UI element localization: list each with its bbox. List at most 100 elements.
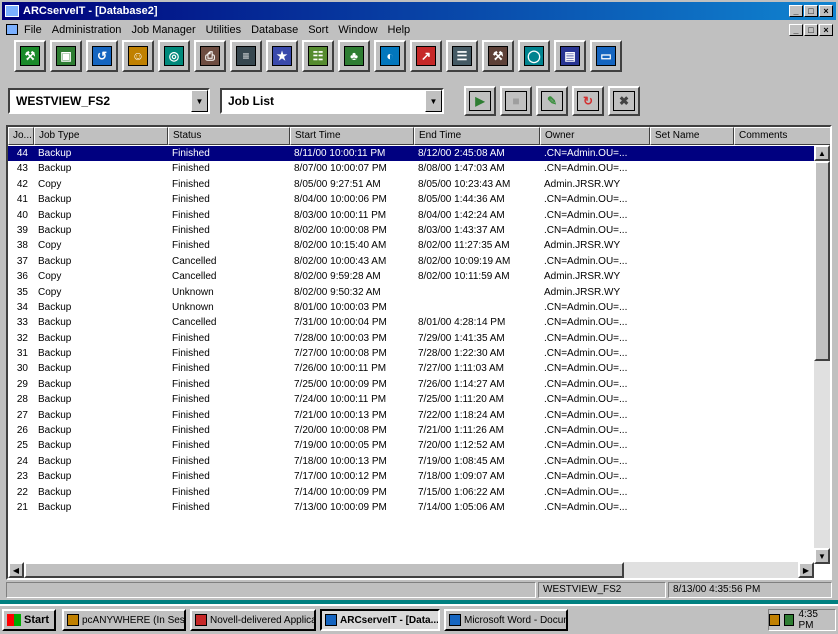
vertical-scrollbar[interactable]: ▲ ▼ — [814, 145, 830, 564]
column-header: Jo... Job Type Status Start Time End Time Own… — [8, 127, 830, 145]
cell-3: Finished — [172, 440, 210, 452]
wizard-icon: ★ — [272, 46, 292, 66]
toolbar-button-9[interactable]: ☷ — [302, 40, 334, 72]
taskbar-button-1[interactable]: pcANYWHERE (In Sessi... — [62, 609, 186, 631]
chevron-down-icon[interactable]: ▼ — [425, 90, 442, 112]
delete-job-icon: ✖ — [613, 91, 635, 111]
toolbar-button-8[interactable]: ★ — [266, 40, 298, 72]
network-tray-icon[interactable] — [783, 614, 795, 626]
toolbar-button-3[interactable]: ↺ — [86, 40, 118, 72]
toolbar-button-4[interactable]: ☺ — [122, 40, 154, 72]
table-row[interactable]: 33 Backup Cancelled 7/31/00 10:00:04 PM 8/01… — [8, 315, 814, 330]
close-button[interactable]: × — [819, 5, 833, 17]
table-row[interactable]: 34 Backup Unknown 8/01/00 10:00:03 PM .CN=Ad… — [8, 300, 814, 315]
start-button[interactable]: Start — [2, 609, 56, 631]
chevron-down-icon[interactable]: ▼ — [191, 90, 208, 112]
column-header-6[interactable]: Owner — [540, 127, 650, 145]
horizontal-scroll-thumb[interactable] — [24, 562, 624, 578]
volume-icon[interactable] — [769, 614, 780, 626]
scroll-left-icon[interactable]: ◀ — [8, 562, 24, 578]
table-row[interactable]: 23 Backup Finished 7/17/00 10:00:12 PM 7/18/… — [8, 469, 814, 484]
job-toolbar-button-1[interactable]: ▶ — [464, 86, 496, 116]
toolbar-button-14[interactable]: ⚒ — [482, 40, 514, 72]
menu-administration[interactable]: Administration — [52, 24, 122, 36]
column-header-5[interactable]: End Time — [414, 127, 540, 145]
toolbar-button-17[interactable]: ▭ — [590, 40, 622, 72]
table-row[interactable]: 41 Backup Finished 8/04/00 10:00:06 PM 8/05/… — [8, 192, 814, 207]
horizontal-scrollbar[interactable]: ◀ ▶ — [8, 562, 814, 578]
task-label: Microsoft Word - Docum... — [464, 614, 566, 626]
table-row[interactable]: 28 Backup Finished 7/24/00 10:00:11 PM 7/25/… — [8, 392, 814, 407]
table-row[interactable]: 37 Backup Cancelled 8/02/00 10:00:43 AM 8/02… — [8, 254, 814, 269]
table-row[interactable]: 29 Backup Finished 7/25/00 10:00:09 PM 7/26/… — [8, 377, 814, 392]
toolbar-button-16[interactable]: ▤ — [554, 40, 586, 72]
cell-4: 7/13/00 10:00:09 PM — [294, 501, 387, 513]
toolbar-button-1[interactable]: ⚒ — [14, 40, 46, 72]
column-header-8[interactable]: Comments — [734, 127, 830, 145]
menu-utilities[interactable]: Utilities — [206, 24, 241, 36]
toolbar-button-15[interactable]: ◯ — [518, 40, 550, 72]
table-row[interactable]: 35 Copy Unknown 8/02/00 9:50:32 AM Admin.JRS… — [8, 285, 814, 300]
menu-help[interactable]: Help — [388, 24, 411, 36]
toolbar-button-7[interactable]: ≡ — [230, 40, 262, 72]
column-header-1[interactable]: Jo... — [8, 127, 34, 145]
table-row[interactable]: 32 Backup Finished 7/28/00 10:00:03 PM 7/29/… — [8, 331, 814, 346]
toolbar-button-13[interactable]: ☰ — [446, 40, 478, 72]
scroll-up-icon[interactable]: ▲ — [814, 145, 830, 161]
maximize-button[interactable]: □ — [804, 5, 818, 17]
scroll-right-icon[interactable]: ▶ — [798, 562, 814, 578]
column-header-3[interactable]: Status — [168, 127, 290, 145]
table-row[interactable]: 38 Copy Finished 8/02/00 10:15:40 AM 8/02/00… — [8, 238, 814, 253]
toolbar-button-6[interactable]: ⎙ — [194, 40, 226, 72]
job-toolbar-button-2[interactable]: ■ — [500, 86, 532, 116]
toolbar-button-10[interactable]: ♣ — [338, 40, 370, 72]
cell-6: .CN=Admin.OU=... — [544, 348, 628, 360]
menu-file[interactable]: File — [24, 24, 42, 36]
cell-5: 7/29/00 1:41:35 AM — [418, 332, 505, 344]
job-toolbar-button-4[interactable]: ↻ — [572, 86, 604, 116]
table-row[interactable]: 44 Backup Finished 8/11/00 10:00:11 PM 8/12/… — [8, 146, 814, 162]
menu-job-manager[interactable]: Job Manager — [131, 24, 195, 36]
server-combo[interactable]: WESTVIEW_FS2 ▼ — [8, 88, 210, 114]
table-row[interactable]: 43 Backup Finished 8/07/00 10:00:07 PM 8/08/… — [8, 161, 814, 176]
mdi-close-button[interactable]: × — [819, 23, 833, 36]
table-row[interactable]: 21 Backup Finished 7/13/00 10:00:09 PM 7/14/… — [8, 500, 814, 515]
document-icon[interactable] — [6, 24, 18, 35]
cell-3: Finished — [172, 178, 210, 190]
vertical-scroll-thumb[interactable] — [814, 161, 830, 361]
table-row[interactable]: 25 Backup Finished 7/19/00 10:00:05 PM 7/20/… — [8, 438, 814, 453]
table-row[interactable]: 42 Copy Finished 8/05/00 9:27:51 AM 8/05/00 … — [8, 177, 814, 192]
mdi-minimize-button[interactable]: _ — [789, 23, 803, 36]
mdi-restore-button[interactable]: □ — [804, 23, 818, 36]
scroll-down-icon[interactable]: ▼ — [814, 548, 830, 564]
toolbar-button-12[interactable]: ↗ — [410, 40, 442, 72]
table-row[interactable]: 31 Backup Finished 7/27/00 10:00:08 PM 7/28/… — [8, 346, 814, 361]
table-row[interactable]: 40 Backup Finished 8/03/00 10:00:11 PM 8/04/… — [8, 208, 814, 223]
taskbar-button-4[interactable]: Microsoft Word - Docum... — [444, 609, 568, 631]
table-row[interactable]: 22 Backup Finished 7/14/00 10:00:09 PM 7/15/… — [8, 485, 814, 500]
toolbar-button-5[interactable]: ◎ — [158, 40, 190, 72]
minimize-button[interactable]: _ — [789, 5, 803, 17]
column-header-7[interactable]: Set Name — [650, 127, 734, 145]
column-header-4[interactable]: Start Time — [290, 127, 414, 145]
toolbar-button-11[interactable]: ◐ — [374, 40, 406, 72]
table-row[interactable]: 24 Backup Finished 7/18/00 10:00:13 PM 7/19/… — [8, 454, 814, 469]
job-toolbar-button-5[interactable]: ✖ — [608, 86, 640, 116]
column-header-2[interactable]: Job Type — [34, 127, 168, 145]
table-row[interactable]: 26 Backup Finished 7/20/00 10:00:08 PM 7/21/… — [8, 423, 814, 438]
title-bar[interactable]: ARCserveIT - [Database2] _ □ × — [2, 2, 836, 20]
table-row[interactable]: 39 Backup Finished 8/02/00 10:00:08 PM 8/03/… — [8, 223, 814, 238]
table-row[interactable]: 36 Copy Cancelled 8/02/00 9:59:28 AM 8/02/00… — [8, 269, 814, 284]
menu-database[interactable]: Database — [251, 24, 298, 36]
view-combo[interactable]: Job List ▼ — [220, 88, 444, 114]
menu-window[interactable]: Window — [338, 24, 377, 36]
table-row[interactable]: 30 Backup Finished 7/26/00 10:00:11 PM 7/27/… — [8, 361, 814, 376]
app-icon[interactable] — [5, 5, 19, 17]
table-row[interactable]: 27 Backup Finished 7/21/00 10:00:13 PM 7/22/… — [8, 408, 814, 423]
menu-sort[interactable]: Sort — [308, 24, 328, 36]
toolbar-button-2[interactable]: ▣ — [50, 40, 82, 72]
cell-4: 8/03/00 10:00:11 PM — [294, 209, 387, 221]
taskbar-button-2[interactable]: Novell-delivered Applicati... — [190, 609, 316, 631]
taskbar-button-3[interactable]: ARCserveIT - [Data... — [320, 609, 440, 631]
job-toolbar-button-3[interactable]: ✎ — [536, 86, 568, 116]
